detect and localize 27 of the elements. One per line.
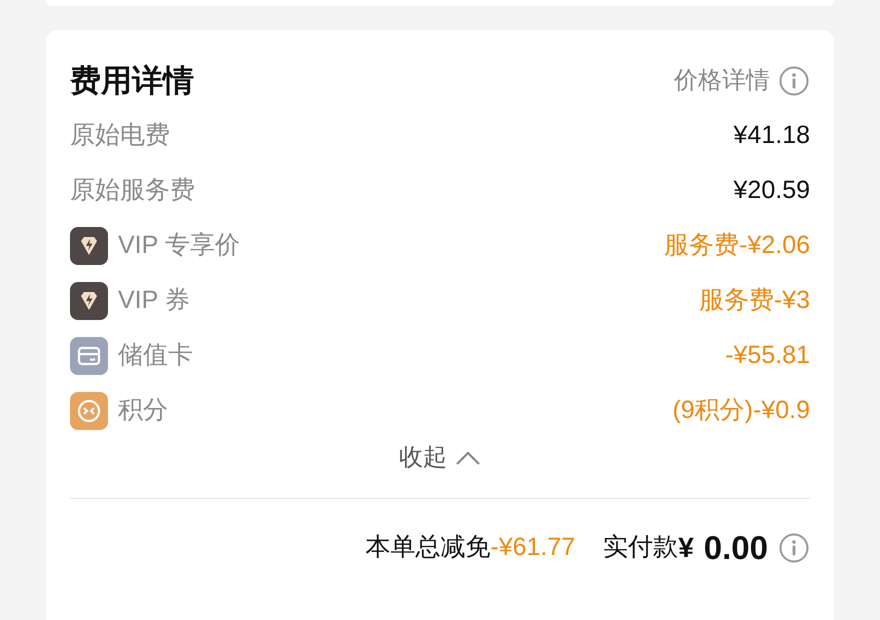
collapse-button[interactable]: 收起: [399, 440, 481, 476]
fee-value: ¥41.18: [734, 120, 810, 151]
fee-label: 积分: [118, 394, 168, 426]
currency-symbol: ¥: [678, 531, 694, 565]
reduction-label: 本单总减免: [365, 532, 490, 564]
fee-value: (9积分)-¥0.9: [672, 394, 810, 426]
fee-label: 原始服务费: [70, 174, 195, 206]
fee-value: 服务费-¥3: [698, 284, 810, 316]
fee-label: 原始电费: [70, 120, 170, 151]
diamond-bolt-icon: [70, 226, 108, 264]
fee-value: ¥20.59: [734, 174, 810, 206]
card-icon: [70, 336, 108, 374]
paid-label: 实付款: [603, 532, 678, 564]
fee-label: VIP 专享价: [118, 230, 240, 261]
fee-value: -¥55.81: [725, 340, 810, 371]
fee-label: VIP 券: [118, 284, 190, 316]
fee-value: 服务费-¥2.06: [664, 230, 810, 261]
info-icon[interactable]: [778, 65, 810, 97]
info-icon[interactable]: [778, 532, 810, 564]
reduction-value: -¥61.77: [490, 532, 576, 564]
chevron-up-icon: [455, 450, 481, 466]
points-icon: [70, 392, 108, 430]
price-detail-link[interactable]: 价格详情: [674, 63, 770, 99]
card-title: 费用详情: [70, 62, 194, 100]
fee-label: 储值卡: [118, 340, 193, 371]
diamond-bolt-icon: [70, 282, 108, 320]
paid-value: 0.00: [704, 528, 768, 568]
